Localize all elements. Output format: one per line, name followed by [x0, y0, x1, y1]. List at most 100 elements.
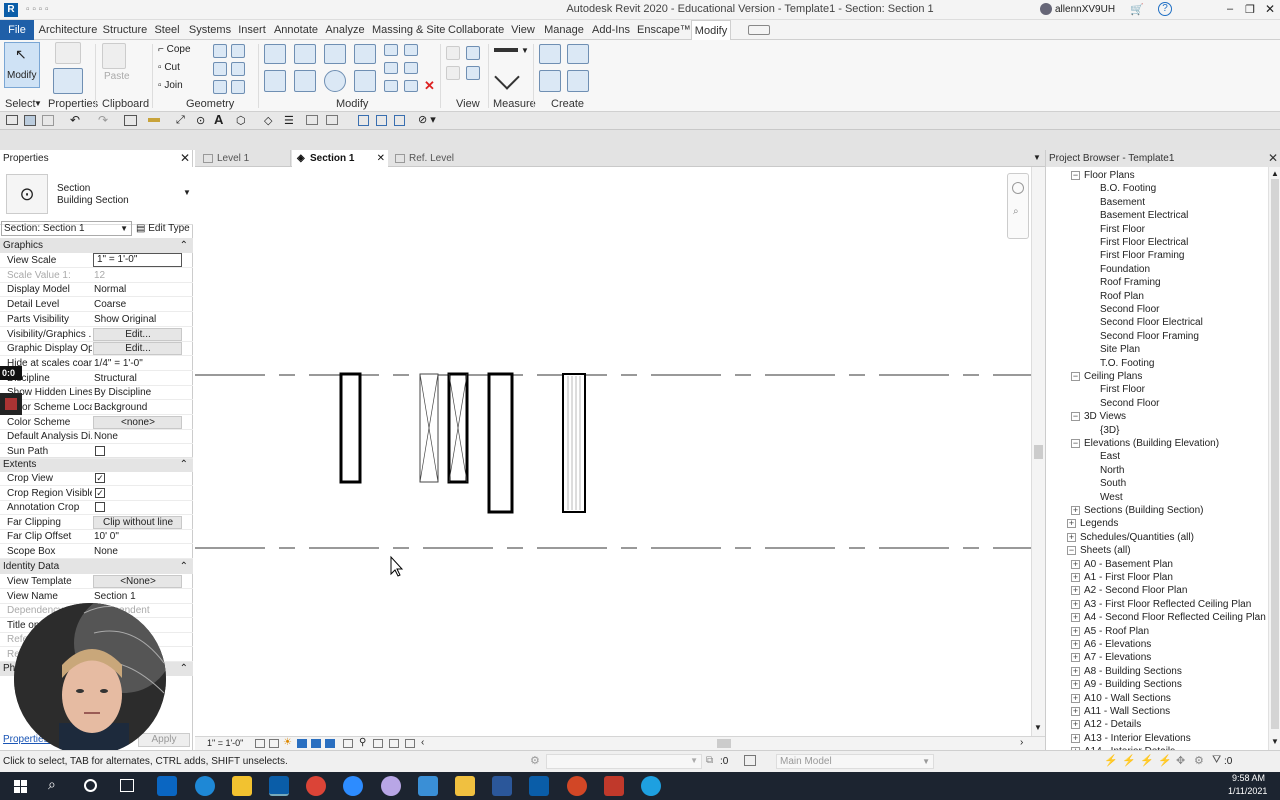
- graphics-row[interactable]: Parts Visibility Show Original: [0, 312, 193, 327]
- tree-item-floor-plan[interactable]: First Floor Framing: [1100, 249, 1184, 262]
- scroll-left-icon[interactable]: ‹: [421, 737, 424, 748]
- graphics-row[interactable]: Show Hidden Lines By Discipline: [0, 385, 193, 401]
- windows-start-icon[interactable]: [14, 780, 27, 793]
- tab-structure[interactable]: Structure: [102, 20, 148, 40]
- view-tool-3-icon[interactable]: [446, 66, 460, 80]
- default-3d-view-icon[interactable]: ⬡: [236, 114, 246, 127]
- customize-qat-icon[interactable]: ⊘ ▾: [418, 113, 436, 126]
- search-icon[interactable]: ⌕: [48, 776, 56, 793]
- tree-item-ceiling-plan[interactable]: Second Floor: [1100, 397, 1159, 410]
- tab-collaborate[interactable]: Collaborate: [448, 20, 504, 40]
- tree-item-sheet[interactable]: A5 - Roof Plan: [1084, 625, 1149, 638]
- select-pinned-icon[interactable]: ⚡: [1140, 754, 1154, 767]
- tree-group-3d-views[interactable]: 3D Views: [1084, 410, 1126, 423]
- tree-item-sheet[interactable]: A12 - Details: [1084, 718, 1141, 731]
- mirror-draw-icon[interactable]: [354, 44, 376, 64]
- properties-icon[interactable]: [53, 68, 83, 94]
- create-assembly-icon[interactable]: [539, 44, 561, 64]
- modify-qat-icon[interactable]: [358, 115, 369, 126]
- graphics-row[interactable]: Display Model Normal: [0, 282, 193, 298]
- revit-second-icon[interactable]: [529, 776, 549, 796]
- graphics-row[interactable]: Sun Path: [0, 444, 193, 460]
- create-similar-icon[interactable]: [567, 70, 589, 92]
- tag-icon[interactable]: ⊙: [196, 114, 205, 127]
- extents-row[interactable]: Scope Box None: [0, 544, 193, 559]
- tree-item-3d-view[interactable]: {3D}: [1100, 424, 1119, 437]
- graphics-row[interactable]: Detail Level Coarse: [0, 297, 193, 313]
- tab-ref-level[interactable]: Ref. Level: [391, 150, 481, 167]
- graphics-row[interactable]: Hide at scales coar... 1/4" = 1'-0": [0, 356, 193, 371]
- tree-group-sections[interactable]: Sections (Building Section): [1084, 504, 1204, 517]
- wall-section[interactable]: [339, 372, 362, 484]
- detail-level-icon[interactable]: [255, 739, 265, 748]
- modify-qat-icon[interactable]: [394, 115, 405, 126]
- browser-close-icon[interactable]: ✕: [1268, 150, 1278, 167]
- record-stop-icon[interactable]: [0, 393, 22, 415]
- collapse-node-icon[interactable]: −: [1071, 439, 1080, 448]
- tree-item-floor-plan[interactable]: Roof Framing: [1100, 276, 1161, 289]
- property-value[interactable]: Edit...: [93, 342, 182, 356]
- tree-item-floor-plan[interactable]: T.O. Footing: [1100, 357, 1154, 370]
- visual-style-icon[interactable]: [269, 739, 279, 748]
- type-properties-icon[interactable]: [55, 42, 81, 64]
- tree-item-sheet[interactable]: A6 - Elevations: [1084, 638, 1151, 651]
- graphics-row[interactable]: Color Scheme <none>: [0, 415, 193, 430]
- property-value[interactable]: Clip without line: [93, 515, 182, 529]
- notes-app-icon[interactable]: [455, 776, 475, 796]
- array-icon[interactable]: [384, 62, 398, 74]
- tab-architecture[interactable]: Architecture: [38, 20, 98, 40]
- wall-section-lined[interactable]: [562, 373, 586, 513]
- trim-icon[interactable]: [354, 70, 376, 92]
- scroll-down-icon[interactable]: ▼: [1271, 737, 1279, 746]
- chrome-icon[interactable]: [306, 776, 326, 796]
- graphics-row[interactable]: Discipline Structural: [0, 371, 193, 386]
- collapse-node-icon[interactable]: −: [1071, 412, 1080, 422]
- collapse-node-icon[interactable]: −: [1067, 546, 1076, 556]
- tab-enscape[interactable]: Enscape™: [637, 20, 691, 40]
- expand-node-icon[interactable]: +: [1071, 613, 1080, 623]
- view-tool-1-icon[interactable]: [446, 46, 460, 60]
- offset-icon[interactable]: [294, 44, 316, 64]
- tab-level-1[interactable]: Level 1: [199, 150, 291, 167]
- task-view-icon[interactable]: [120, 779, 134, 792]
- expand-node-icon[interactable]: +: [1071, 506, 1080, 515]
- expand-node-icon[interactable]: +: [1071, 599, 1080, 609]
- tree-item-floor-plan[interactable]: Second Floor Framing: [1100, 330, 1199, 343]
- temp-hide-icon[interactable]: ⚲: [359, 737, 366, 748]
- tree-item-sheet[interactable]: A7 - Elevations: [1084, 651, 1151, 664]
- measure-qat-icon[interactable]: [148, 118, 160, 122]
- design-options-icon[interactable]: [744, 755, 756, 766]
- view-tool-2-icon[interactable]: [466, 46, 480, 60]
- expand-node-icon[interactable]: +: [1071, 573, 1080, 582]
- thin-lines-icon[interactable]: ☰: [284, 114, 294, 127]
- ribbon-options-icon[interactable]: [748, 25, 770, 35]
- tree-item-sheet[interactable]: A0 - Basement Plan: [1084, 558, 1173, 571]
- tree-item-sheet[interactable]: A8 - Building Sections: [1084, 665, 1182, 678]
- tab-add-ins[interactable]: Add-Ins: [592, 20, 630, 40]
- copy-paste-icon[interactable]: [404, 80, 418, 92]
- property-checkbox[interactable]: ✓: [95, 473, 105, 483]
- apply-button[interactable]: Apply: [138, 733, 190, 747]
- outlook-icon[interactable]: [157, 776, 177, 796]
- filter-icon[interactable]: ⛛: [1212, 754, 1221, 767]
- measure-icon[interactable]: [494, 48, 518, 52]
- expand-node-icon[interactable]: +: [1071, 693, 1080, 703]
- workset-dropdown[interactable]: ▼: [546, 754, 702, 769]
- pin-icon[interactable]: [404, 44, 418, 56]
- property-checkbox[interactable]: [95, 502, 105, 513]
- browser-scrollbar[interactable]: ▲ ▼: [1268, 167, 1280, 750]
- tree-group-floor-plans[interactable]: Floor Plans: [1084, 169, 1135, 182]
- crop-view-icon[interactable]: [311, 739, 321, 748]
- minimize-icon[interactable]: –: [1227, 3, 1233, 15]
- close-hidden-windows-icon[interactable]: [306, 115, 318, 125]
- tree-item-floor-plan[interactable]: Roof Plan: [1100, 290, 1144, 303]
- create-group-icon[interactable]: [539, 70, 561, 92]
- geometry-tool-1-icon[interactable]: [213, 44, 227, 58]
- expand-node-icon[interactable]: +: [1071, 640, 1080, 649]
- edit-type-button[interactable]: ▤ Edit Type: [136, 221, 191, 236]
- switch-windows-icon[interactable]: [326, 115, 338, 125]
- scroll-thumb[interactable]: [1271, 179, 1279, 729]
- graphics-row[interactable]: Graphic Display Op...Edit...: [0, 341, 193, 357]
- steering-wheel-icon[interactable]: [1012, 182, 1024, 194]
- save-icon[interactable]: [24, 115, 36, 126]
